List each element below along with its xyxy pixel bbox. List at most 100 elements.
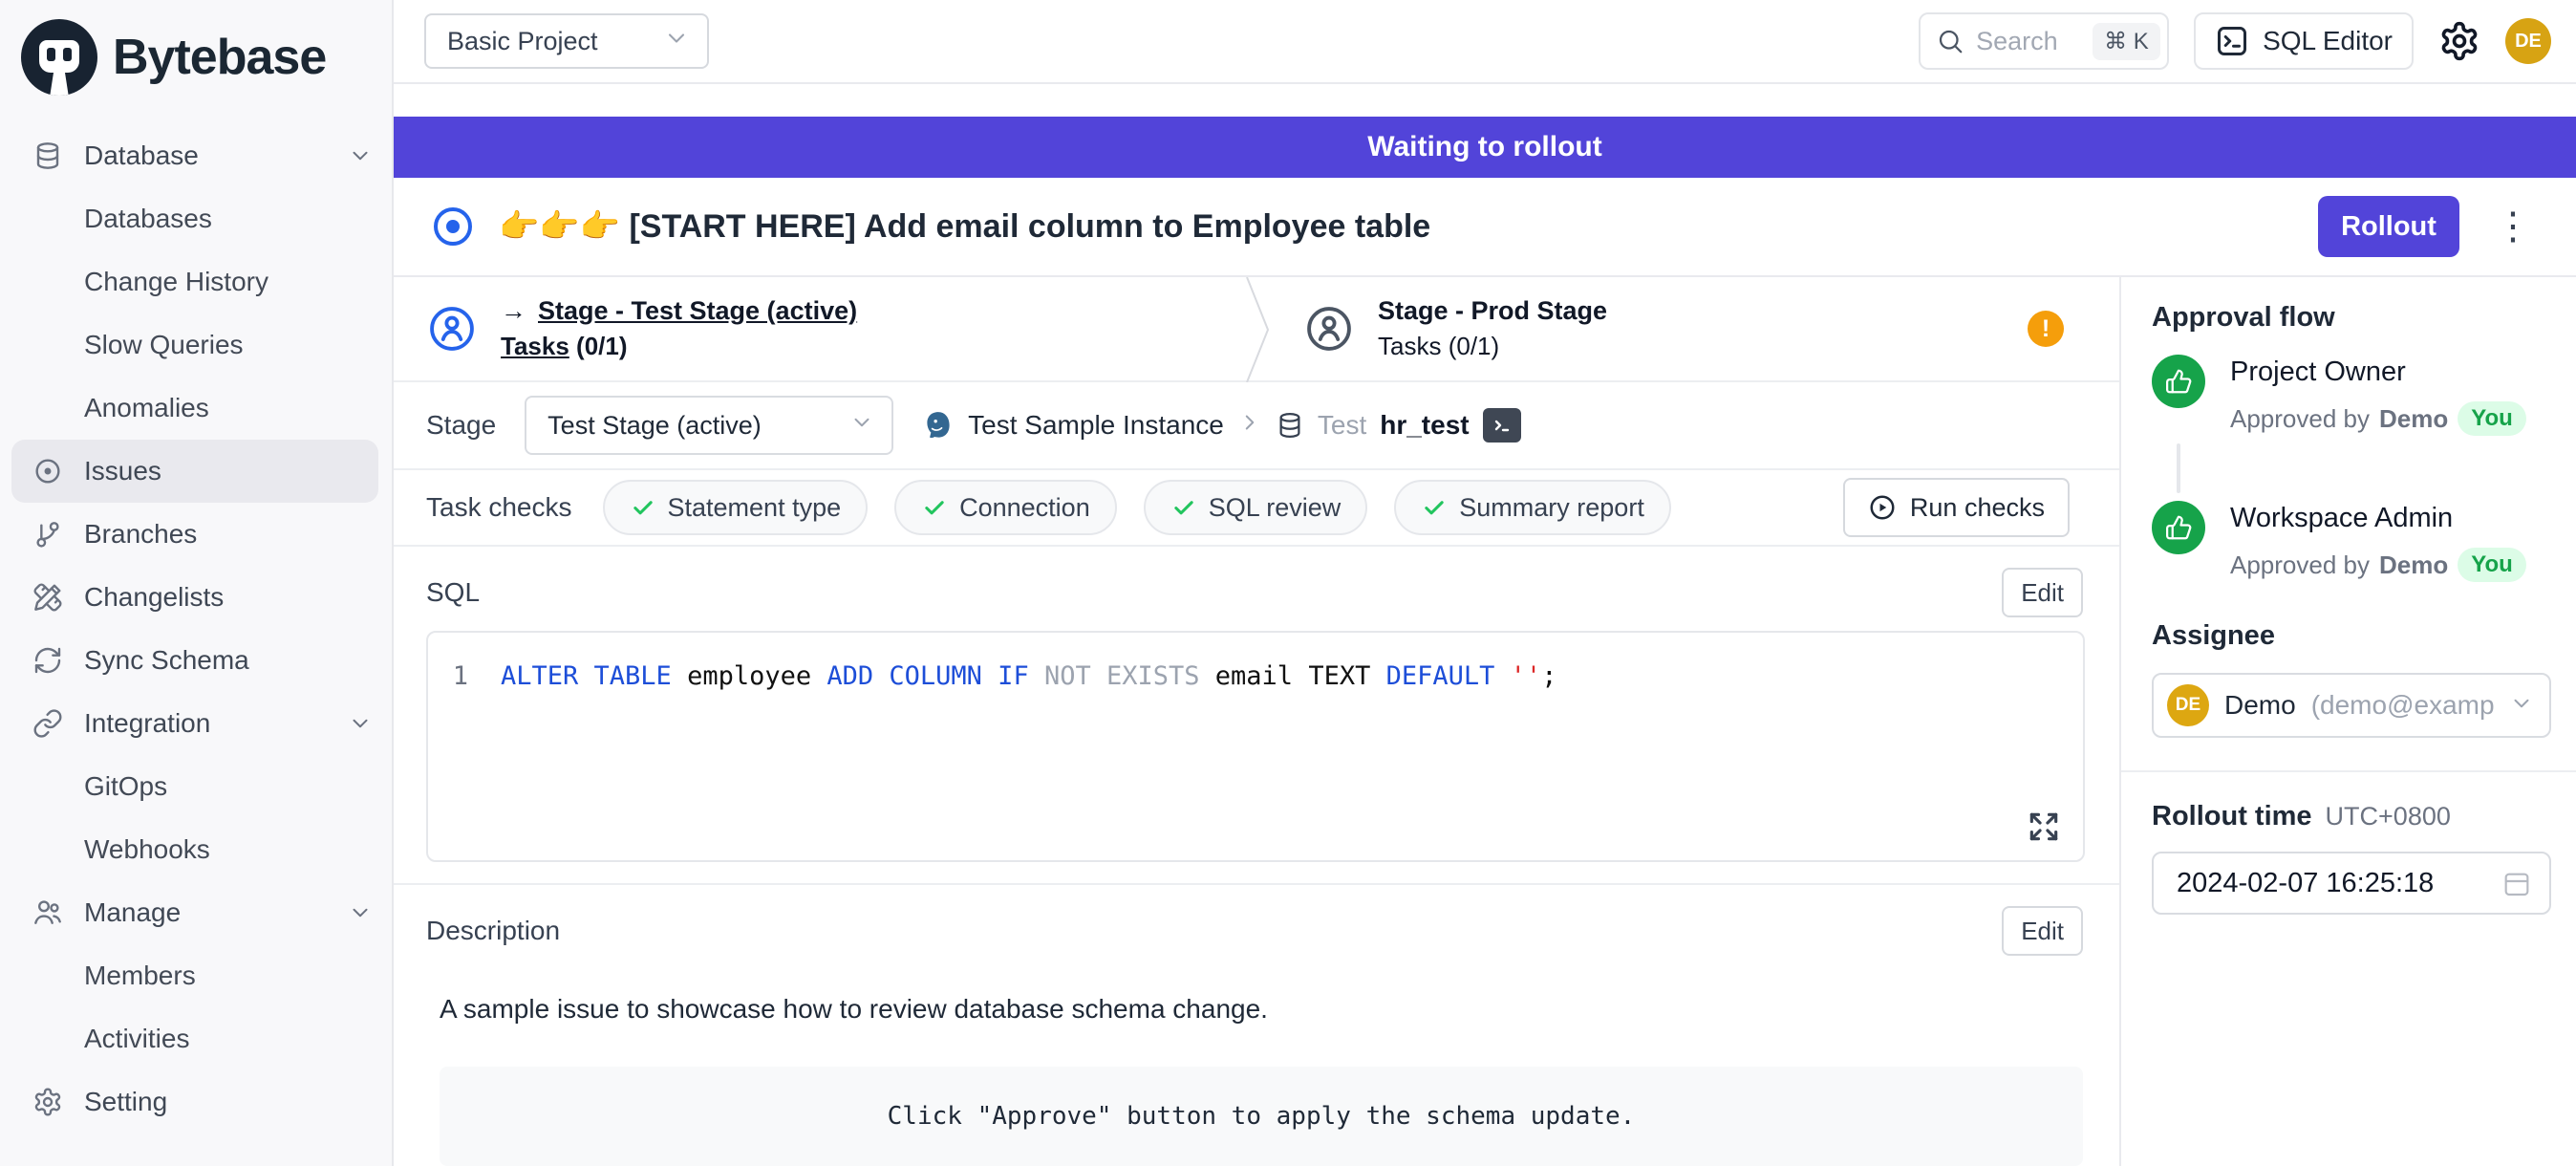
- assignee-name: Demo: [2224, 690, 2296, 721]
- stage-selector-bar: Stage Test Stage (active) Test Sample In…: [394, 382, 2119, 470]
- header-gap: [394, 84, 2576, 117]
- description-text: A sample issue to showcase how to review…: [394, 969, 2119, 1025]
- sql-token: NOT EXISTS: [1044, 661, 1200, 691]
- terminal-icon: [2215, 24, 2249, 58]
- check-summary-report[interactable]: Summary report: [1394, 480, 1671, 535]
- sidebar-item-branches[interactable]: Branches: [0, 503, 392, 566]
- sidebar-item-label: Sync Schema: [84, 645, 373, 676]
- sidebar-item-members[interactable]: Members: [0, 944, 392, 1007]
- sidebar-item-label: Activities: [84, 1024, 373, 1054]
- instance-name[interactable]: Test Sample Instance: [968, 410, 1224, 441]
- play-circle-icon: [1868, 493, 1897, 522]
- sql-section: SQL Edit 1 ALTER TABLE employee ADD COLU…: [394, 547, 2119, 885]
- brand-name: Bytebase: [113, 29, 326, 86]
- stage-tasks-link[interactable]: Tasks: [501, 332, 569, 360]
- rollout-time-label: Rollout time: [2152, 801, 2312, 832]
- sidebar-item-label: Change History: [84, 267, 373, 297]
- sidebar-item-slow-queries[interactable]: Slow Queries: [0, 313, 392, 377]
- rollout-time-input[interactable]: 2024-02-07 16:25:18: [2152, 852, 2551, 915]
- project-select[interactable]: Basic Project: [424, 13, 709, 69]
- sidebar-item-label: Database: [84, 140, 327, 171]
- issue-content: → Stage - Test Stage (active) Tasks (0/1…: [394, 277, 2576, 1166]
- bytebase-logo-icon: [21, 19, 97, 96]
- sql-token: '': [1511, 661, 1542, 691]
- rollout-button[interactable]: Rollout: [2318, 196, 2459, 257]
- sql-token: DEFAULT: [1386, 661, 1495, 691]
- description-edit-button[interactable]: Edit: [2002, 906, 2083, 956]
- stage-label: Stage: [426, 410, 496, 441]
- sidebar-item-database[interactable]: Database: [0, 124, 392, 187]
- sidebar-item-label: Setting: [84, 1087, 373, 1117]
- sidebar-item-anomalies[interactable]: Anomalies: [0, 377, 392, 440]
- sidebar-item-change-history[interactable]: Change History: [0, 250, 392, 313]
- approval-step: Workspace Admin Approved by Demo You: [2152, 501, 2551, 582]
- calendar-icon: [2501, 868, 2532, 898]
- you-badge: You: [2458, 548, 2526, 582]
- sidebar-item-integration[interactable]: Integration: [0, 692, 392, 755]
- sidebar-item-label: Integration: [84, 708, 327, 739]
- bytebase-app: Bytebase Database Databases Change Histo…: [0, 0, 2576, 1166]
- sidebar-item-setting[interactable]: Setting: [0, 1070, 392, 1134]
- sidebar-item-webhooks[interactable]: Webhooks: [0, 818, 392, 881]
- sync-icon: [32, 645, 63, 676]
- sql-edit-button[interactable]: Edit: [2002, 568, 2083, 617]
- issue-side-panel: Approval flow Project Owner Approved by …: [2119, 277, 2576, 1166]
- approval-step: Project Owner Approved by Demo You: [2152, 355, 2551, 436]
- stage-title-link[interactable]: Stage - Test Stage (active): [538, 296, 857, 326]
- check-statement-type[interactable]: Statement type: [603, 480, 869, 535]
- check-sql-review[interactable]: SQL review: [1144, 480, 1368, 535]
- sidebar-item-changelists[interactable]: Changelists: [0, 566, 392, 629]
- sidebar-item-label: Branches: [84, 519, 373, 550]
- sql-token: [1494, 661, 1510, 691]
- check-connection[interactable]: Connection: [894, 480, 1117, 535]
- check-label: Statement type: [668, 493, 842, 523]
- chevron-right-icon: [1237, 410, 1262, 442]
- warning-badge: !: [2028, 311, 2064, 347]
- expand-icon[interactable]: [2026, 809, 2062, 845]
- chevron-down-icon: [2509, 691, 2534, 721]
- sidebar-item-databases[interactable]: Databases: [0, 187, 392, 250]
- stage-prod[interactable]: Stage - Prod Stage Tasks (0/1): [1271, 277, 1607, 380]
- sidebar-item-gitops[interactable]: GitOps: [0, 755, 392, 818]
- sidebar-item-sync-schema[interactable]: Sync Schema: [0, 629, 392, 692]
- open-sql-editor-icon[interactable]: [1483, 408, 1521, 443]
- sidebar-item-activities[interactable]: Activities: [0, 1007, 392, 1070]
- sql-code-editor[interactable]: 1 ALTER TABLE employee ADD COLUMN IF NOT…: [426, 631, 2085, 862]
- more-options-icon[interactable]: ⋮: [2486, 207, 2540, 246]
- circle-dot-icon: [32, 456, 63, 486]
- sql-editor-button[interactable]: SQL Editor: [2194, 12, 2414, 70]
- sidebar-item-manage[interactable]: Manage: [0, 881, 392, 944]
- issue-title: 👉👉👉 [START HERE] Add email column to Emp…: [499, 207, 2291, 246]
- status-banner-text: Waiting to rollout: [1367, 131, 1602, 163]
- stage-select-value: Test Stage (active): [547, 411, 762, 441]
- stage-select[interactable]: Test Stage (active): [525, 396, 893, 455]
- sql-token: email TEXT: [1200, 661, 1386, 691]
- database-icon: [32, 140, 63, 171]
- check-label: SQL review: [1209, 493, 1342, 523]
- database-name[interactable]: hr_test: [1380, 410, 1469, 441]
- stage-test[interactable]: → Stage - Test Stage (active) Tasks (0/1…: [394, 277, 1244, 380]
- settings-gear-icon[interactable]: [2438, 20, 2480, 62]
- check-icon: [921, 494, 948, 521]
- sidebar-item-issues[interactable]: Issues: [11, 440, 378, 503]
- arrow-right-icon: →: [501, 296, 526, 326]
- task-checks-label: Task checks: [426, 492, 572, 523]
- user-avatar[interactable]: DE: [2505, 18, 2551, 64]
- sidebar-item-label: Anomalies: [84, 393, 373, 423]
- stage-assignee-icon: [426, 303, 478, 355]
- search-box[interactable]: ⌘ K: [1919, 12, 2169, 70]
- assignee-select[interactable]: DE Demo (demo@example: [2152, 673, 2551, 738]
- thumbs-up-icon: [2152, 355, 2205, 408]
- search-shortcut-badge: ⌘ K: [2093, 23, 2160, 60]
- status-banner: Waiting to rollout: [394, 117, 2576, 178]
- chevron-down-icon: [663, 25, 690, 58]
- run-checks-button[interactable]: Run checks: [1843, 478, 2070, 537]
- environment-name: Test: [1318, 410, 1366, 441]
- search-input[interactable]: [1976, 27, 2081, 56]
- brand-logo[interactable]: Bytebase: [0, 0, 392, 107]
- you-badge: You: [2458, 401, 2526, 436]
- approval-status: Approved by: [2230, 404, 2370, 434]
- database-breadcrumb: Test Sample Instance Test hr_test: [922, 408, 1520, 443]
- sql-token: ALTER TABLE: [501, 661, 672, 691]
- approval-flow-heading: Approval flow: [2152, 302, 2551, 334]
